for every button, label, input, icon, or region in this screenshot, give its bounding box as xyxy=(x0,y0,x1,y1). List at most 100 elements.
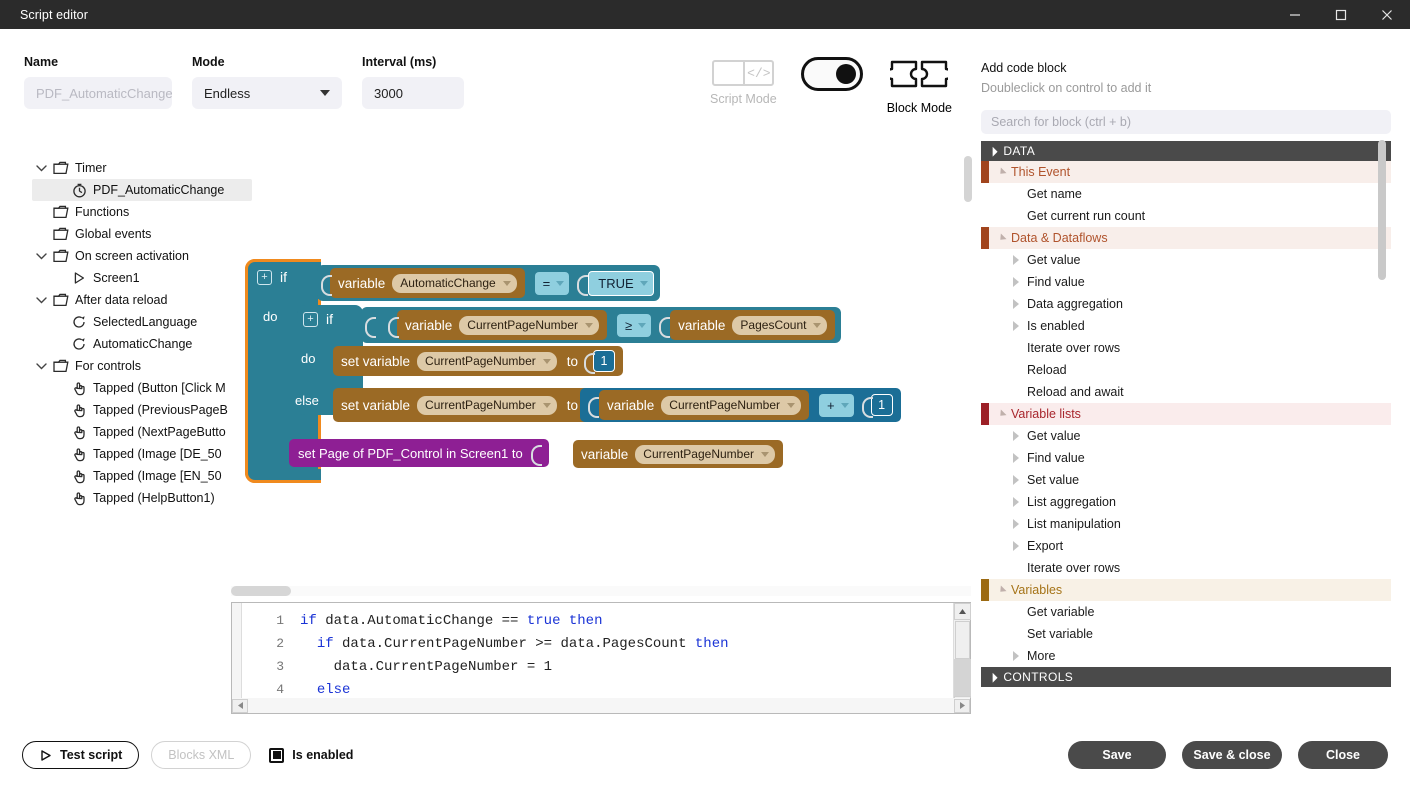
chevron-down-icon[interactable] xyxy=(32,362,50,370)
palette-block-item[interactable]: Get value xyxy=(981,249,1391,271)
tree-item-functions[interactable]: Functions xyxy=(32,201,252,223)
palette-subgroup-variable-lists[interactable]: Variable lists xyxy=(981,403,1391,425)
name-input[interactable]: PDF_AutomaticChange xyxy=(24,77,173,109)
boolean-true-dropdown[interactable]: TRUE xyxy=(588,270,654,296)
script-mode-option[interactable]: </> Script Mode xyxy=(710,60,777,106)
save-and-close-button[interactable]: Save & close xyxy=(1182,741,1282,769)
code-horizontal-scrollbar[interactable] xyxy=(231,698,971,714)
caret-right-icon[interactable] xyxy=(1013,255,1019,265)
palette-block-item[interactable]: Data aggregation xyxy=(981,293,1391,315)
tree-vertical-scrollbar[interactable] xyxy=(964,156,972,202)
caret-right-icon[interactable] xyxy=(1013,475,1019,485)
palette-block-item[interactable]: Set variable xyxy=(981,623,1391,645)
caret-right-icon[interactable] xyxy=(1013,431,1019,441)
palette-group-data[interactable]: ◢ DATA xyxy=(981,141,1391,161)
tree-item-tapped-nextpagebutto[interactable]: Tapped (NextPageButto xyxy=(32,421,252,443)
variable-name-dropdown[interactable]: AutomaticChange xyxy=(392,273,517,293)
palette-block-item[interactable]: Find value xyxy=(981,271,1391,293)
tree-item-timer[interactable]: Timer xyxy=(32,157,252,179)
variable-name-dropdown[interactable]: CurrentPageNumber xyxy=(661,395,801,415)
tree-item-tapped-button-click-m[interactable]: Tapped (Button [Click M xyxy=(32,377,252,399)
comparison-operator-dropdown[interactable]: = xyxy=(534,271,570,295)
set-page-component-block[interactable]: set Page of PDF_Control in Screen1 to xyxy=(289,439,549,467)
tree-item-global-events[interactable]: Global events xyxy=(32,223,252,245)
palette-block-item[interactable]: List manipulation xyxy=(981,513,1391,535)
palette-subgroup-variables[interactable]: Variables xyxy=(981,579,1391,601)
scroll-left-arrow-icon[interactable] xyxy=(232,698,248,713)
palette-block-item[interactable]: Reload and await xyxy=(981,381,1391,403)
arithmetic-operator-dropdown[interactable]: + xyxy=(819,393,854,417)
close-button[interactable] xyxy=(1364,0,1410,29)
palette-block-item[interactable]: Find value xyxy=(981,447,1391,469)
caret-right-icon[interactable] xyxy=(1013,651,1019,661)
code-text-area[interactable]: 1 if data.AutomaticChange == true then 2 i… xyxy=(242,603,953,713)
caret-right-icon[interactable] xyxy=(1013,541,1019,551)
palette-block-item[interactable]: Reload xyxy=(981,359,1391,381)
tree-item-tapped-image-de-50[interactable]: Tapped (Image [DE_50 xyxy=(32,443,252,465)
variable-get-block-currentpagenumber-left[interactable]: variable CurrentPageNumber xyxy=(397,310,607,340)
close-button-footer[interactable]: Close xyxy=(1298,741,1388,769)
test-script-button[interactable]: Test script xyxy=(22,741,140,769)
caret-right-icon[interactable] xyxy=(1013,277,1019,287)
palette-block-item[interactable]: Get variable xyxy=(981,601,1391,623)
palette-subgroup-this-event[interactable]: This Event xyxy=(981,161,1391,183)
palette-block-item[interactable]: Set value xyxy=(981,469,1391,491)
caret-right-icon[interactable] xyxy=(1013,519,1019,529)
blocks-xml-button[interactable]: Blocks XML xyxy=(151,741,252,769)
palette-block-list[interactable]: ◢ DATA This Event Get name Get current run c… xyxy=(981,140,1391,710)
maximize-button[interactable] xyxy=(1318,0,1364,29)
tree-item-screen1[interactable]: Screen1 xyxy=(32,267,252,289)
block-mode-option[interactable]: Block Mode xyxy=(886,60,953,115)
if-inner-condition-slot[interactable]: variable CurrentPageNumber ≥ variable Pa… xyxy=(361,307,842,343)
set-variable-block-else[interactable]: set variable CurrentPageNumber to xyxy=(333,388,602,422)
canvas-scroll-thumb[interactable] xyxy=(231,586,291,596)
variable-get-block-pagescount[interactable]: variable PagesCount xyxy=(670,310,836,340)
palette-group-controls[interactable]: ◢ CONTROLS xyxy=(981,667,1391,687)
mode-toggle-switch[interactable] xyxy=(800,57,863,91)
tree-item-after-data-reload[interactable]: After data reload xyxy=(32,289,252,311)
palette-block-item[interactable]: List aggregation xyxy=(981,491,1391,513)
caret-right-icon[interactable] xyxy=(1013,299,1019,309)
palette-vertical-scrollbar[interactable] xyxy=(1378,140,1386,280)
palette-block-item[interactable]: Get value xyxy=(981,425,1391,447)
variable-name-dropdown[interactable]: CurrentPageNumber xyxy=(417,351,557,371)
palette-block-item[interactable]: Iterate over rows xyxy=(981,337,1391,359)
palette-block-item[interactable]: Is enabled xyxy=(981,315,1391,337)
expand-plus-icon[interactable]: + xyxy=(303,311,318,327)
arithmetic-block[interactable]: variable CurrentPageNumber + 1 xyxy=(580,388,901,422)
tree-item-selectedlanguage[interactable]: SelectedLanguage xyxy=(32,311,252,333)
expand-plus-icon[interactable]: + xyxy=(257,269,272,285)
caret-right-icon[interactable] xyxy=(1013,497,1019,507)
interval-input[interactable]: 3000 xyxy=(362,77,464,109)
code-vertical-scrollbar[interactable] xyxy=(953,603,971,713)
palette-block-item[interactable]: Get current run count xyxy=(981,205,1391,227)
palette-subgroup-data-dataflows[interactable]: Data & Dataflows xyxy=(981,227,1391,249)
scroll-right-arrow-icon[interactable] xyxy=(954,698,970,713)
chevron-down-icon[interactable] xyxy=(32,252,50,260)
variable-name-dropdown[interactable]: CurrentPageNumber xyxy=(635,444,775,464)
blocks-canvas[interactable]: + if do variable AutomaticChange = TRUE … xyxy=(225,139,962,582)
variable-get-block-final[interactable]: variable CurrentPageNumber xyxy=(573,440,783,468)
number-literal-block[interactable]: 1 xyxy=(593,350,616,372)
scroll-up-arrow-icon[interactable] xyxy=(953,603,971,620)
caret-right-icon[interactable] xyxy=(1013,321,1019,331)
if-outer-condition-slot[interactable]: variable AutomaticChange = TRUE xyxy=(317,265,660,301)
number-literal-block[interactable]: 1 xyxy=(870,394,893,416)
code-scroll-thumb[interactable] xyxy=(954,621,970,659)
code-scroll-track[interactable] xyxy=(953,659,971,696)
caret-right-icon[interactable] xyxy=(1013,453,1019,463)
canvas-horizontal-scrollbar[interactable] xyxy=(231,586,971,596)
variable-name-dropdown[interactable]: CurrentPageNumber xyxy=(417,395,557,415)
variable-get-block-currentpagenumber-operand[interactable]: variable CurrentPageNumber xyxy=(599,390,809,420)
minimize-button[interactable] xyxy=(1272,0,1318,29)
variable-name-dropdown[interactable]: CurrentPageNumber xyxy=(459,315,599,335)
tree-item-tapped-helpbutton1[interactable]: Tapped (HelpButton1) xyxy=(32,487,252,509)
tree-item-tapped-previouspageb[interactable]: Tapped (PreviousPageB xyxy=(32,399,252,421)
palette-block-item[interactable]: Get name xyxy=(981,183,1391,205)
save-button[interactable]: Save xyxy=(1068,741,1166,769)
palette-block-item[interactable]: More xyxy=(981,645,1391,667)
mode-select[interactable]: Endless xyxy=(192,77,342,109)
set-variable-block-do[interactable]: set variable CurrentPageNumber to 1 xyxy=(333,346,624,376)
tree-item-tapped-image-en-50[interactable]: Tapped (Image [EN_50 xyxy=(32,465,252,487)
is-enabled-checkbox[interactable]: Is enabled xyxy=(269,747,353,763)
